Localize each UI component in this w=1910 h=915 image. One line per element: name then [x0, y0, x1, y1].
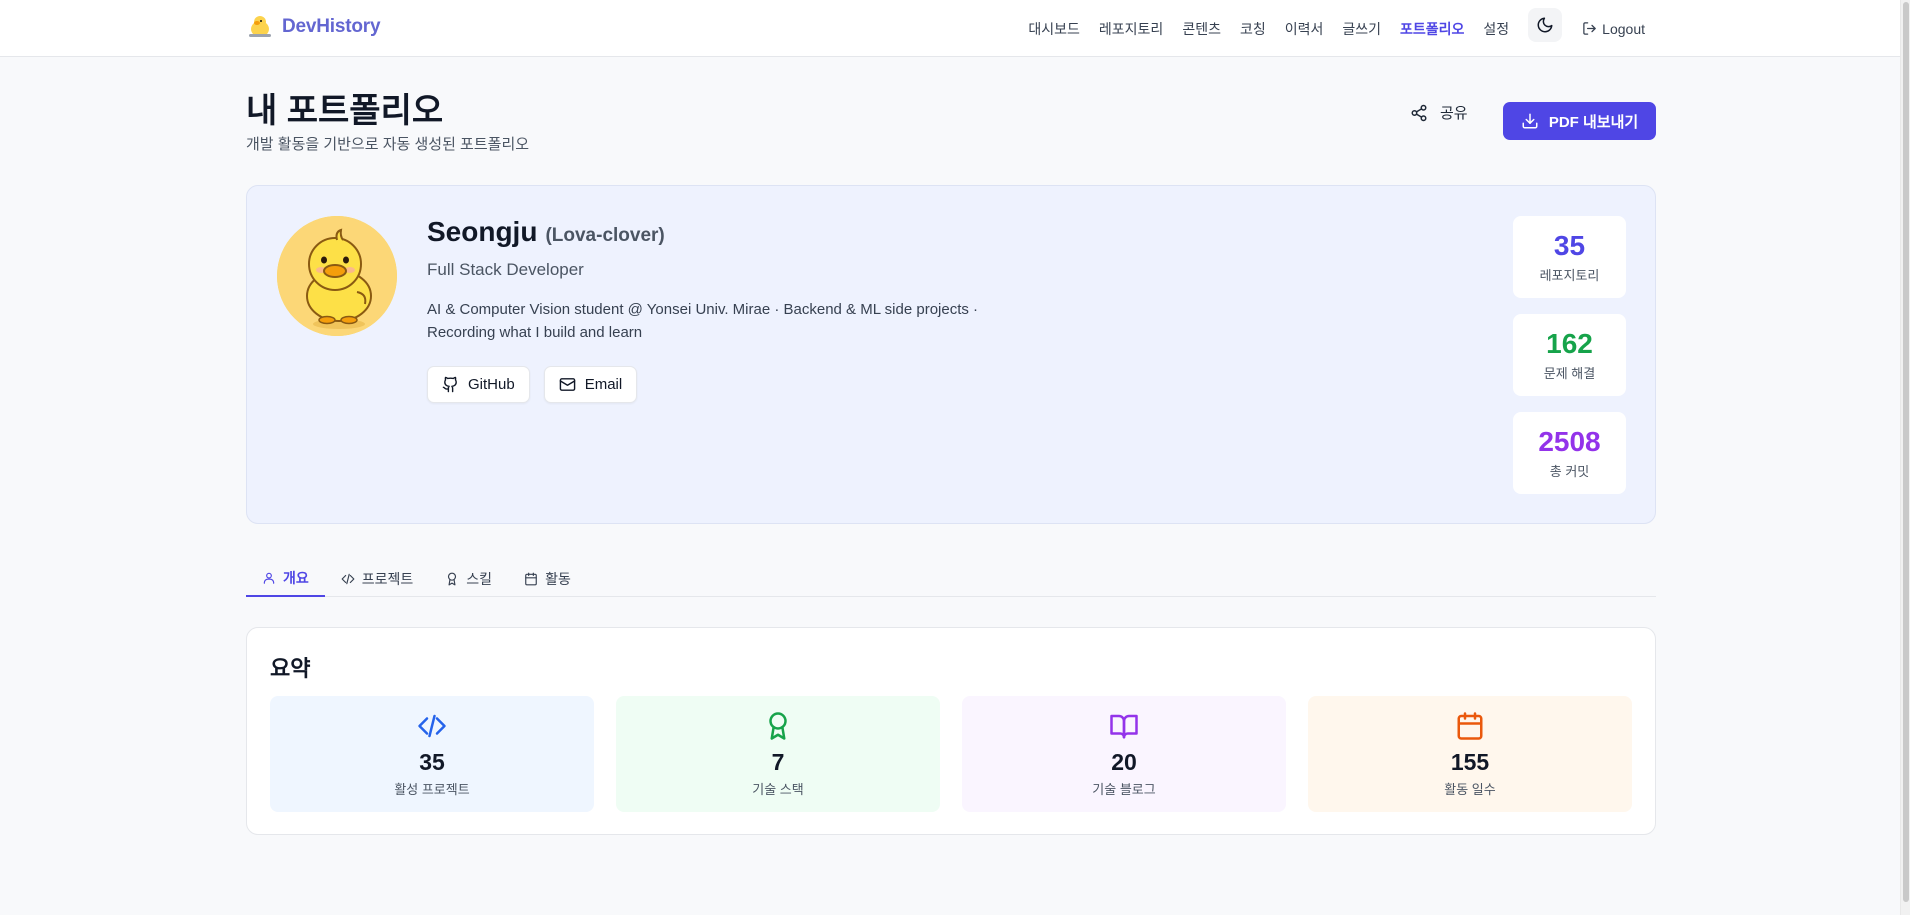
- page-title: 내 포트폴리오: [246, 92, 444, 130]
- code-icon: [418, 714, 446, 737]
- profile-name-row: Seongju (Lova-clover): [427, 216, 665, 248]
- stat-value: 2508: [1538, 426, 1601, 457]
- book-icon: [1110, 714, 1138, 738]
- stat-repositories: 35 레포지토리: [1513, 216, 1626, 298]
- tile-value: 35: [419, 748, 445, 775]
- summary-tile-tech-stack: 7 기술 스택: [616, 696, 940, 812]
- tab-label: 개요: [283, 569, 309, 586]
- summary-title: 요약: [270, 656, 311, 681]
- tab-activity[interactable]: 활동: [508, 560, 587, 597]
- stat-label: 총 커밋: [1549, 464, 1590, 479]
- portfolio-tabs: 개요 프로젝트 스킬 활동: [246, 560, 1656, 597]
- stat-label: 레포지토리: [1539, 268, 1600, 283]
- profile-name: Seongju: [427, 216, 538, 247]
- summary-tile-activity-days: 155 활동 일수: [1308, 696, 1632, 812]
- summary-tile-tech-blog: 20 기술 블로그: [962, 696, 1286, 812]
- page-subtitle: 개발 활동을 기반으로 자동 생성된 포트폴리오: [246, 136, 530, 153]
- logout-icon: [1583, 22, 1596, 35]
- calendar-icon: [1457, 711, 1483, 740]
- nav-coaching[interactable]: 코칭: [1240, 19, 1266, 39]
- tab-label: 프로젝트: [361, 570, 414, 587]
- award-icon: [769, 711, 787, 740]
- share-icon: [1411, 104, 1427, 121]
- tile-value: 20: [1111, 748, 1137, 775]
- brand-name: DevHistory: [282, 16, 381, 37]
- mail-icon: [559, 378, 575, 391]
- user-icon: [263, 572, 275, 584]
- download-icon: [1522, 113, 1538, 129]
- profile-bio-line: AI & Computer Vision student @ Yonsei Un…: [427, 301, 979, 318]
- profile-login: (Lova-clover): [545, 225, 665, 246]
- tile-label: 기술 스택: [752, 781, 804, 797]
- github-link-button[interactable]: GitHub: [427, 366, 530, 403]
- nav-repositories[interactable]: 레포지토리: [1099, 19, 1163, 39]
- stat-label: 문제 해결: [1543, 366, 1596, 381]
- nav-portfolio[interactable]: 포트폴리오: [1400, 19, 1464, 39]
- share-button[interactable]: 공유: [1410, 102, 1468, 123]
- duck-avatar-icon: [277, 216, 397, 336]
- pdf-export-label: PDF 내보내기: [1548, 113, 1639, 131]
- profile-bio: AI & Computer Vision student @ Yonsei Un…: [427, 298, 1027, 344]
- tab-overview[interactable]: 개요: [246, 560, 325, 597]
- tile-label: 활동 일수: [1444, 781, 1496, 797]
- nav-writing[interactable]: 글쓰기: [1342, 19, 1381, 39]
- summary-tiles: 35 활성 프로젝트 7 기술 스택 20 기술 블로그 155 활동 일수: [270, 696, 1632, 812]
- profile-links: GitHub Email: [427, 366, 638, 403]
- nav-resume[interactable]: 이력서: [1285, 19, 1324, 39]
- tile-label: 활성 프로젝트: [394, 781, 470, 797]
- logout-label: Logout: [1602, 20, 1645, 37]
- stat-value: 162: [1546, 328, 1593, 359]
- pdf-export-button[interactable]: PDF 내보내기: [1503, 102, 1656, 140]
- share-label: 공유: [1440, 105, 1468, 122]
- theme-toggle-button[interactable]: [1528, 8, 1563, 42]
- github-icon: [442, 376, 457, 393]
- tile-value: 155: [1450, 748, 1490, 775]
- tile-label: 기술 블로그: [1092, 781, 1156, 797]
- nav-content[interactable]: 콘텐츠: [1182, 19, 1221, 39]
- main-nav: 대시보드 레포지토리 콘텐츠 코칭 이력서 글쓰기 포트폴리오 설정 Logou…: [1009, 8, 1645, 42]
- profile-stats: 35 레포지토리 162 문제 해결 2508 총 커밋: [1513, 216, 1626, 494]
- nav-settings[interactable]: 설정: [1483, 19, 1509, 39]
- top-navbar: DevHistory 대시보드 레포지토리 콘텐츠 코칭 이력서 글쓰기 포트폴…: [0, 0, 1900, 57]
- stat-value: 35: [1553, 230, 1586, 261]
- profile-card: Seongju (Lova-clover) Full Stack Develop…: [246, 185, 1656, 524]
- code-icon: [341, 573, 355, 584]
- stat-total-commits: 2508 총 커밋: [1513, 412, 1626, 494]
- stat-problems-solved: 162 문제 해결: [1513, 314, 1626, 396]
- avatar: [277, 216, 397, 336]
- tab-label: 스킬: [466, 570, 493, 587]
- brand-logo-icon: [249, 16, 271, 37]
- email-label: Email: [584, 376, 623, 393]
- nav-dashboard[interactable]: 대시보드: [1028, 19, 1080, 39]
- email-link-button[interactable]: Email: [543, 366, 638, 403]
- logout-button[interactable]: Logout: [1582, 21, 1645, 37]
- scrollbar-thumb[interactable]: [1903, 2, 1909, 902]
- award-icon: [448, 572, 457, 585]
- tab-label: 활동: [545, 570, 571, 587]
- tab-projects[interactable]: 프로젝트: [325, 560, 430, 597]
- tile-value: 7: [771, 748, 785, 775]
- profile-bio-line: Recording what I build and learn: [427, 324, 643, 341]
- github-label: GitHub: [468, 376, 515, 393]
- tab-skills[interactable]: 스킬: [429, 560, 508, 597]
- summary-card: 요약 35 활성 프로젝트 7 기술 스택 20 기술 블로그 155 활동 일…: [246, 627, 1656, 835]
- brand[interactable]: DevHistory: [246, 13, 381, 41]
- page-scrollbar[interactable]: [1900, 0, 1910, 915]
- summary-tile-projects: 35 활성 프로젝트: [270, 696, 594, 812]
- profile-role: Full Stack Developer: [427, 260, 584, 279]
- moon-icon: [1537, 17, 1553, 33]
- calendar-icon: [525, 572, 537, 585]
